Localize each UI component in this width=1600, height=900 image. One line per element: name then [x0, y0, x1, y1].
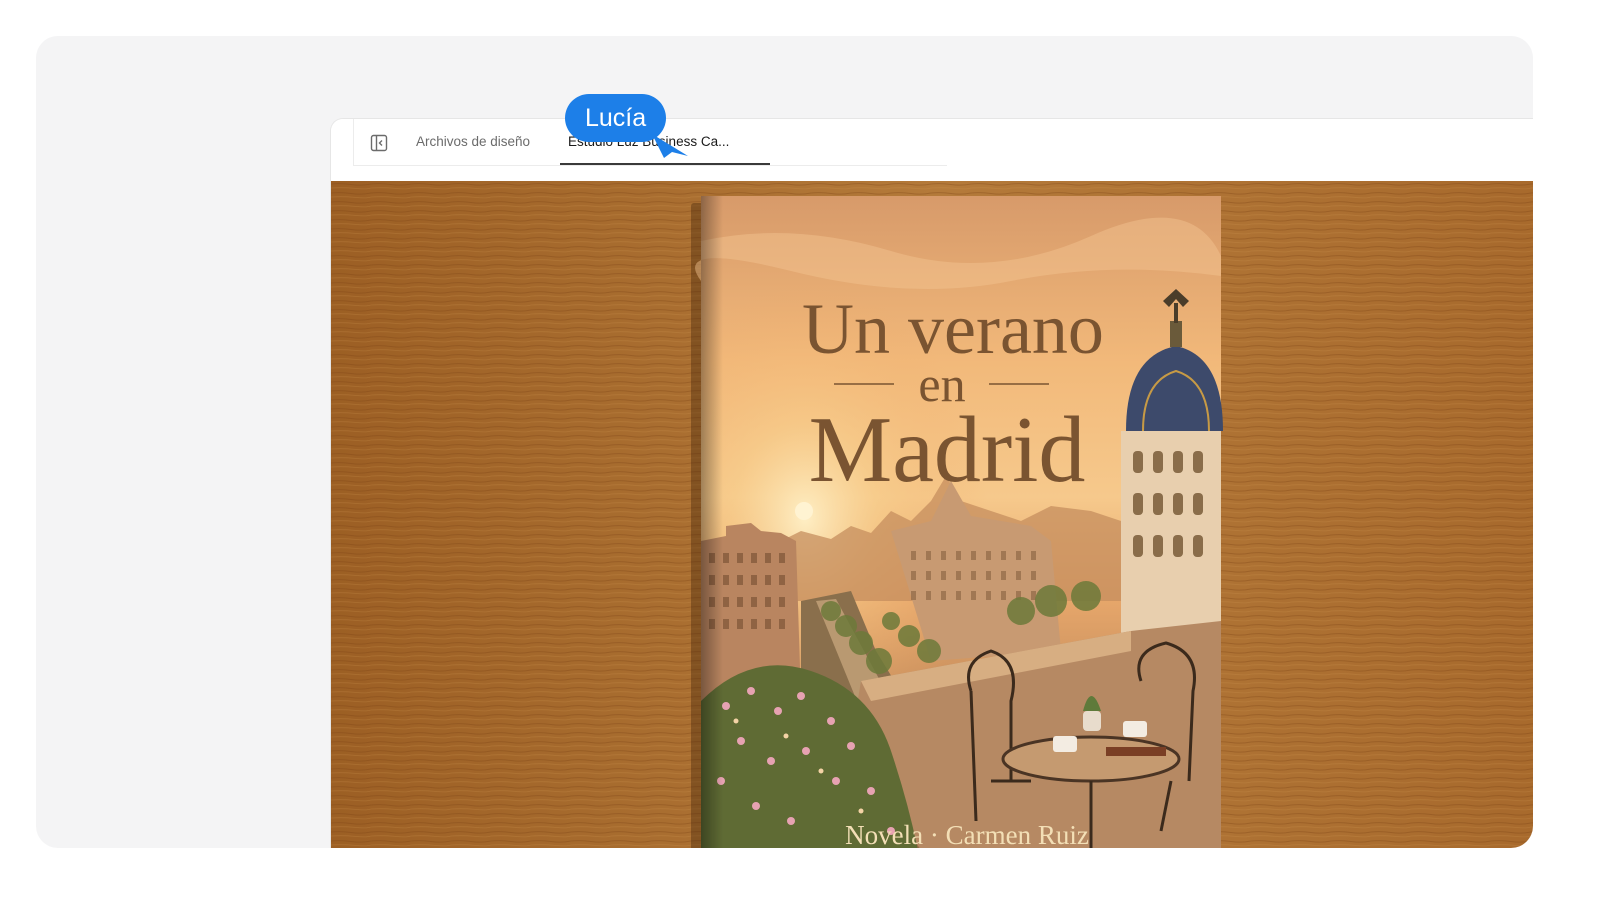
tab-bar: Archivos de diseño Estudio Luz Business … [331, 119, 1533, 181]
design-canvas[interactable]: Un verano en Madrid Novela · Carmen Ruiz [331, 181, 1533, 848]
sidebar-toggle-icon[interactable] [369, 133, 389, 153]
design-window: Archivos de diseño Estudio Luz Business … [331, 119, 1533, 848]
cursor-arrow-icon [650, 132, 690, 160]
book-mockup-artwork: Un verano en Madrid Novela · Carmen Ruiz [331, 181, 1533, 848]
tab-design-files[interactable]: Archivos de diseño [416, 119, 530, 165]
book-cover: Un verano en Madrid Novela · Carmen Ruiz [695, 196, 1223, 848]
book-byline: Novela · Carmen Ruiz [845, 820, 1089, 848]
app-backdrop: Archivos de diseño Estudio Luz Business … [36, 36, 1533, 848]
book-title-line3: Madrid [809, 398, 1086, 502]
